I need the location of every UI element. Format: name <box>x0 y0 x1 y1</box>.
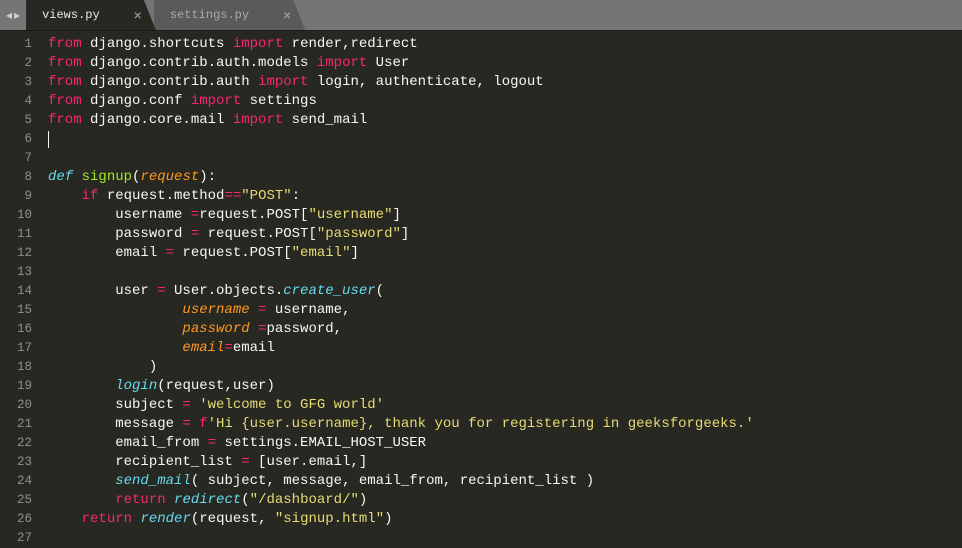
line-number: 10 <box>0 206 32 225</box>
gutter: 1234567891011121314151617181920212223242… <box>0 31 42 541</box>
code-line: email=email <box>48 339 754 358</box>
line-number: 11 <box>0 225 32 244</box>
code-line: ) <box>48 358 754 377</box>
code-line: username =request.POST["username"] <box>48 206 754 225</box>
code-line: username = username, <box>48 301 754 320</box>
code-line: def signup(request): <box>48 168 754 187</box>
line-number: 21 <box>0 415 32 434</box>
tab-label: views.py <box>42 8 100 22</box>
line-number: 2 <box>0 54 32 73</box>
code-area[interactable]: from django.shortcuts import render,redi… <box>42 31 754 541</box>
line-number: 24 <box>0 472 32 491</box>
tab-views-py[interactable]: views.py × <box>26 0 156 30</box>
code-line: subject = 'welcome to GFG world' <box>48 396 754 415</box>
code-line: from django.core.mail import send_mail <box>48 111 754 130</box>
code-line: email_from = settings.EMAIL_HOST_USER <box>48 434 754 453</box>
line-number: 26 <box>0 510 32 529</box>
line-number: 17 <box>0 339 32 358</box>
code-line: if request.method=="POST": <box>48 187 754 206</box>
line-number: 14 <box>0 282 32 301</box>
code-line: from django.shortcuts import render,redi… <box>48 35 754 54</box>
tabs-container: views.py × settings.py × <box>26 0 303 30</box>
code-line: password = request.POST["password"] <box>48 225 754 244</box>
line-number: 23 <box>0 453 32 472</box>
line-number: 18 <box>0 358 32 377</box>
code-line: message = f'Hi {user.username}, thank yo… <box>48 415 754 434</box>
line-number: 1 <box>0 35 32 54</box>
code-line: password =password, <box>48 320 754 339</box>
code-line: email = request.POST["email"] <box>48 244 754 263</box>
code-line: return redirect("/dashboard/") <box>48 491 754 510</box>
line-number: 4 <box>0 92 32 111</box>
code-line <box>48 130 754 149</box>
code-line <box>48 529 754 548</box>
line-number: 15 <box>0 301 32 320</box>
editor: 1234567891011121314151617181920212223242… <box>0 30 962 541</box>
tab-nav-left-icon[interactable]: ◂ <box>6 8 12 23</box>
code-line: recipient_list = [user.email,] <box>48 453 754 472</box>
line-number: 3 <box>0 73 32 92</box>
line-number: 22 <box>0 434 32 453</box>
tab-nav-right-icon[interactable]: ▸ <box>14 8 20 23</box>
line-number: 6 <box>0 130 32 149</box>
close-icon[interactable]: × <box>283 7 291 23</box>
line-number: 13 <box>0 263 32 282</box>
close-icon[interactable]: × <box>134 7 142 23</box>
text-cursor <box>48 131 49 148</box>
line-number: 16 <box>0 320 32 339</box>
tab-nav-arrows: ◂ ▸ <box>0 0 26 30</box>
code-line: from django.conf import settings <box>48 92 754 111</box>
tab-settings-py[interactable]: settings.py × <box>154 0 305 30</box>
line-number: 12 <box>0 244 32 263</box>
code-line: from django.contrib.auth.models import U… <box>48 54 754 73</box>
line-number: 27 <box>0 529 32 548</box>
line-number: 20 <box>0 396 32 415</box>
code-line: login(request,user) <box>48 377 754 396</box>
code-line: send_mail( subject, message, email_from,… <box>48 472 754 491</box>
code-line: user = User.objects.create_user( <box>48 282 754 301</box>
line-number: 19 <box>0 377 32 396</box>
line-number: 7 <box>0 149 32 168</box>
line-number: 8 <box>0 168 32 187</box>
line-number: 9 <box>0 187 32 206</box>
code-line: from django.contrib.auth import login, a… <box>48 73 754 92</box>
line-number: 25 <box>0 491 32 510</box>
line-number: 5 <box>0 111 32 130</box>
code-line: return render(request, "signup.html") <box>48 510 754 529</box>
code-line <box>48 263 754 282</box>
code-line <box>48 149 754 168</box>
tab-label: settings.py <box>170 8 249 22</box>
tab-bar: ◂ ▸ views.py × settings.py × <box>0 0 962 30</box>
